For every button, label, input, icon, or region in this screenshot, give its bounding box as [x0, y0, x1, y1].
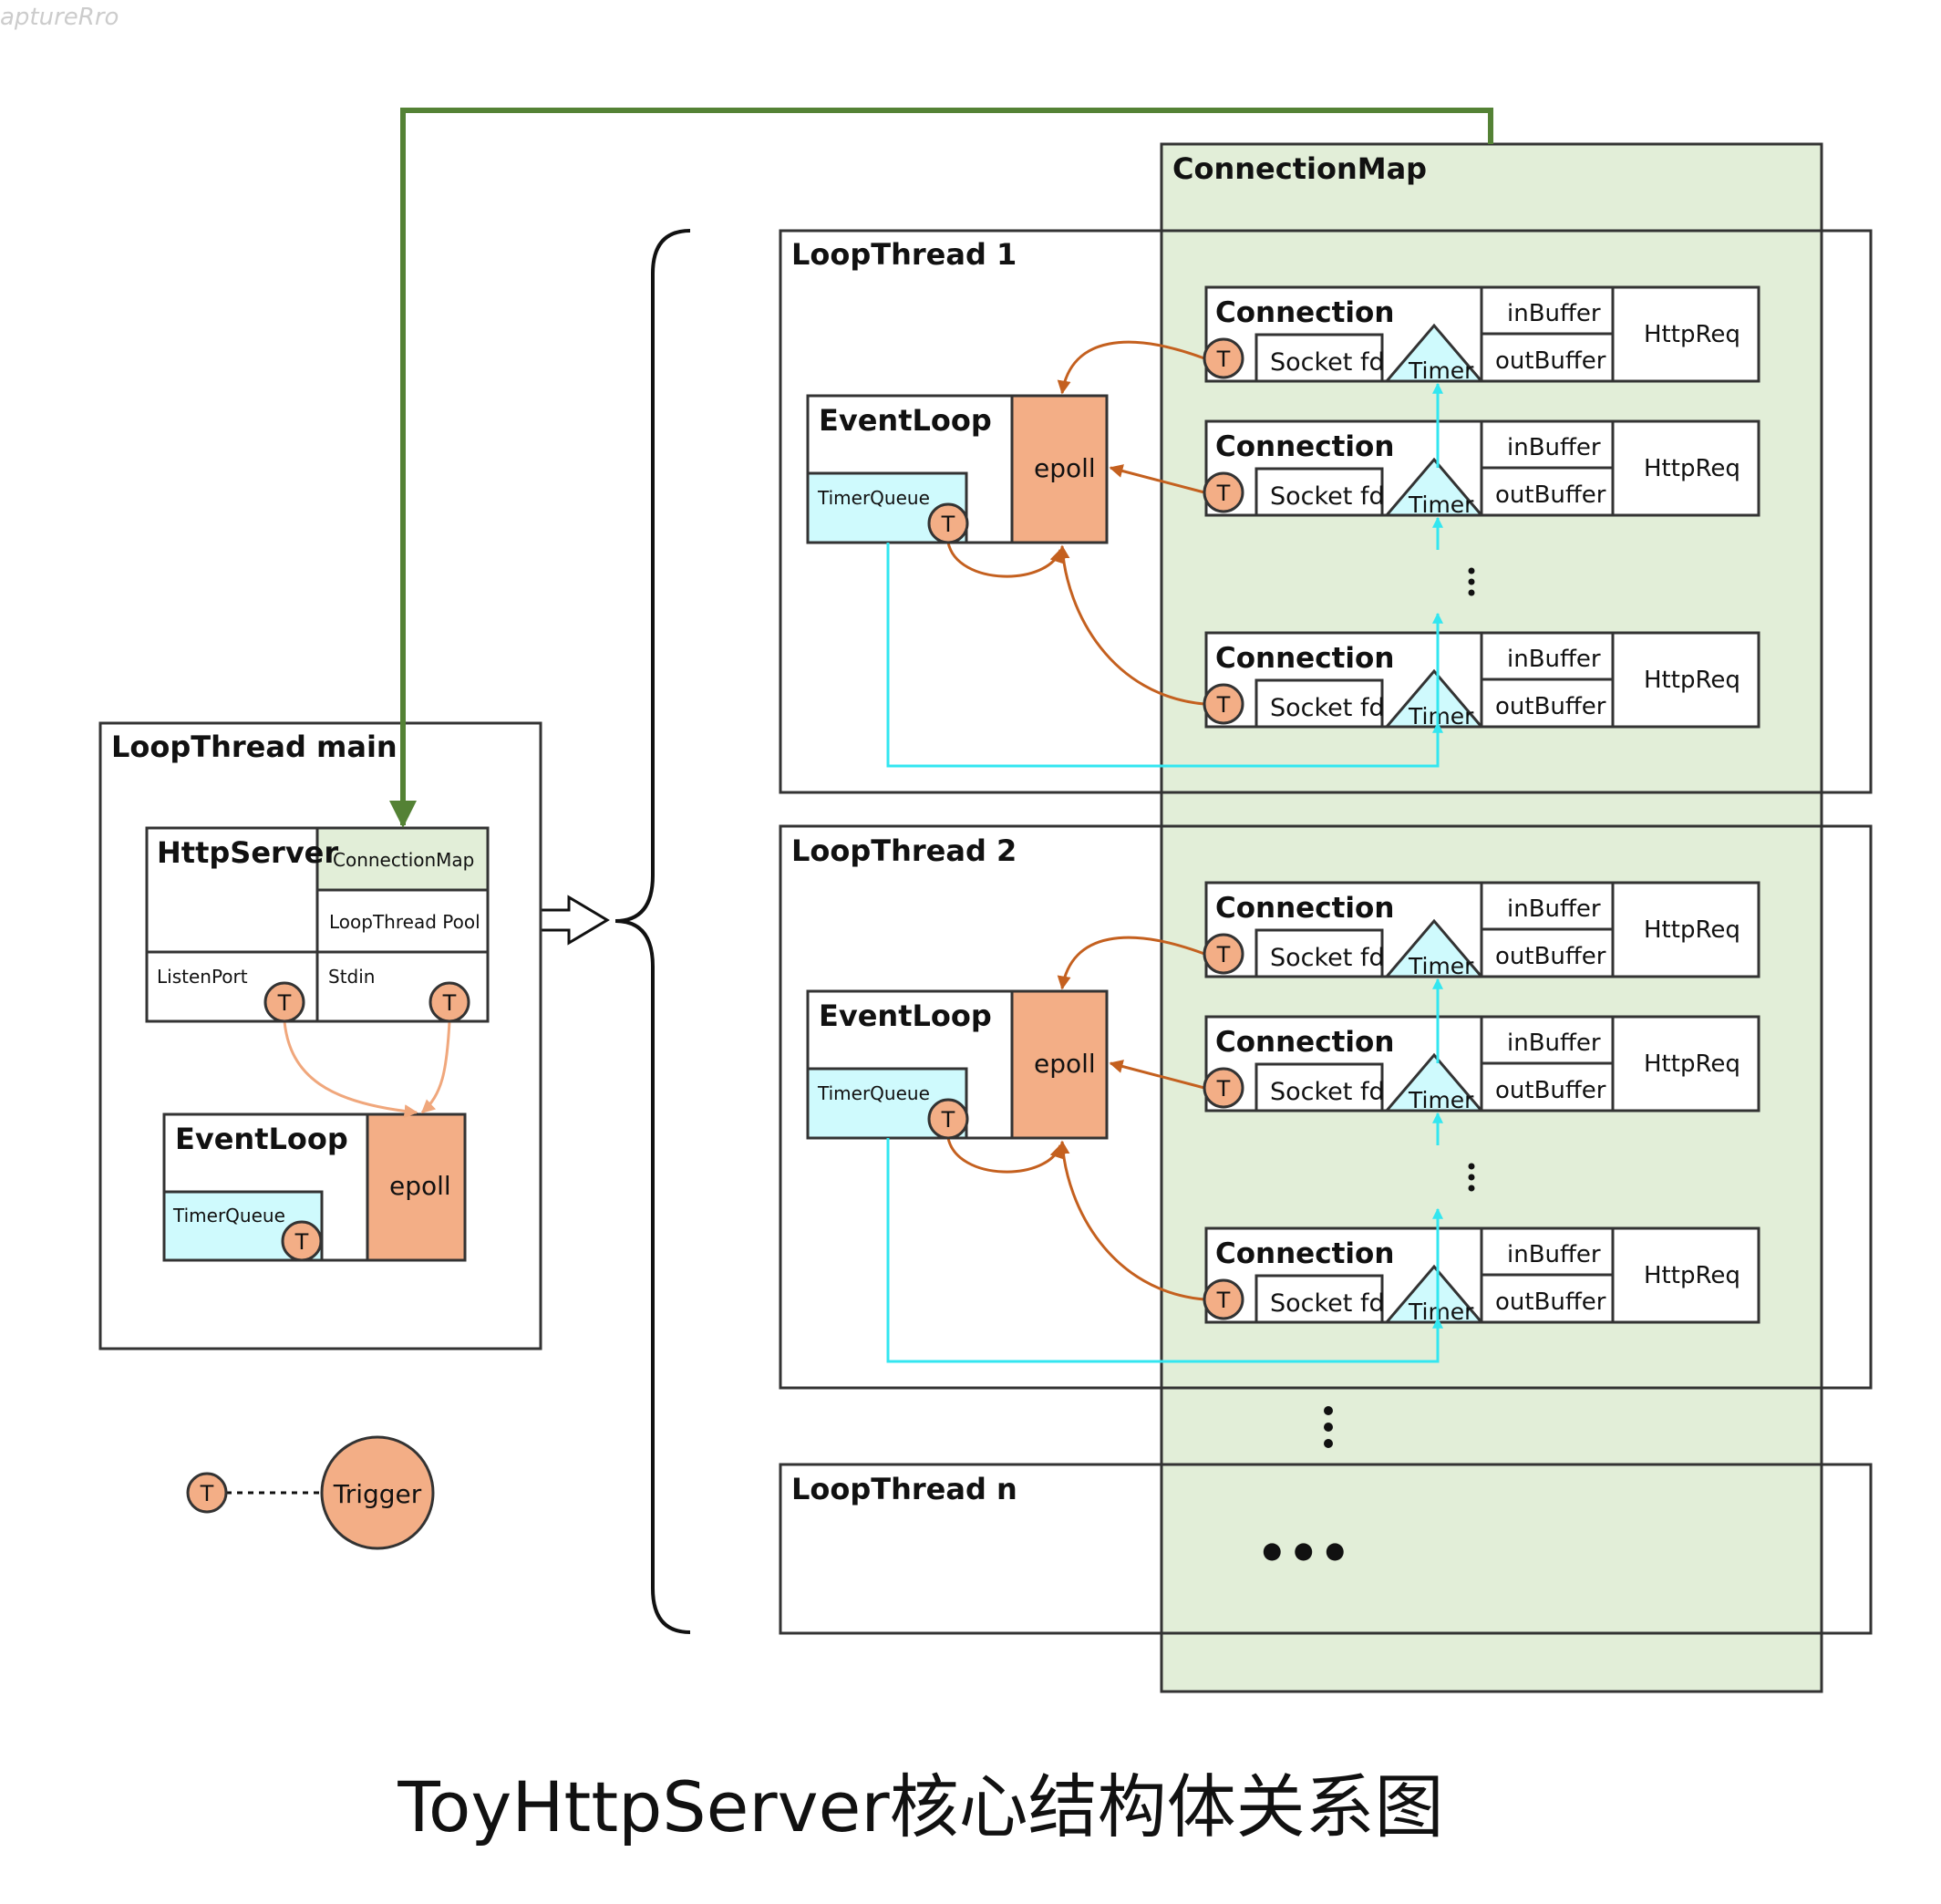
timer-label: Timer: [1408, 1087, 1474, 1113]
svg-text:T: T: [200, 1481, 214, 1506]
loop-thread-1-more-connections-dots: [1468, 567, 1475, 596]
timer-label: Timer: [1408, 357, 1474, 384]
loop-thread-1-connection-2: Connection Socket fd Timer inBuffer outBuffe…: [1204, 419, 1760, 518]
http-req-label: HttpReq: [1644, 916, 1740, 944]
listen-port-trigger: T: [263, 981, 305, 1023]
in-buffer-label: inBuffer: [1507, 895, 1601, 923]
connection-label: Connection: [1215, 642, 1394, 675]
http-server-stdin: Stdin: [328, 966, 375, 988]
http-req-label: HttpReq: [1644, 667, 1740, 694]
connection-label: Connection: [1215, 892, 1394, 925]
http-req-label: HttpReq: [1644, 455, 1740, 482]
http-req-label: HttpReq: [1644, 321, 1740, 348]
out-buffer-label: outBuffer: [1495, 943, 1606, 970]
connection-trigger: T: [1203, 933, 1244, 975]
svg-text:T: T: [1216, 942, 1231, 968]
socket-fd-label: Socket fd: [1270, 694, 1385, 722]
loop-thread-2-epoll-label: epoll: [1034, 1049, 1096, 1079]
http-server-listen-port: ListenPort: [157, 966, 248, 988]
loop-thread-2-connection-3: Connection Socket fd Timer inBuffer outBuffe…: [1204, 1226, 1760, 1325]
legend-trigger-label: Trigger: [333, 1479, 422, 1509]
loop-thread-1-timer-queue-trigger-arrow: [946, 542, 1063, 578]
http-server-connection-map: ConnectionMap: [333, 849, 474, 871]
loop-thread-n-ellipsis: •••: [1256, 1525, 1351, 1582]
timer-label: Timer: [1408, 492, 1474, 518]
more-threads-dots: [1324, 1406, 1333, 1448]
connection-label: Connection: [1215, 1237, 1394, 1270]
in-buffer-label: inBuffer: [1507, 300, 1601, 327]
timer-label: Timer: [1408, 703, 1474, 730]
in-buffer-label: inBuffer: [1507, 434, 1601, 461]
loop-thread-2-more-connections-dots: [1468, 1163, 1475, 1192]
main-event-loop-label: EventLoop: [175, 1122, 348, 1156]
out-buffer-label: outBuffer: [1495, 481, 1606, 509]
socket-fd-label: Socket fd: [1270, 944, 1385, 972]
connection-trigger: T: [1203, 1067, 1244, 1109]
http-req-label: HttpReq: [1644, 1050, 1740, 1078]
svg-text:T: T: [442, 990, 457, 1016]
in-buffer-label: inBuffer: [1507, 1030, 1601, 1057]
svg-text:T: T: [941, 1107, 955, 1133]
connection-map-label: ConnectionMap: [1172, 151, 1427, 186]
stdin-trigger: T: [428, 981, 470, 1023]
connection-label: Connection: [1215, 1026, 1394, 1059]
connection-label: Connection: [1215, 430, 1394, 463]
structure-diagram: ConnectionMap LoopThread 1 LoopThread 2 …: [98, 108, 1873, 1693]
svg-text:T: T: [1216, 481, 1231, 506]
out-buffer-label: outBuffer: [1495, 693, 1606, 720]
svg-text:T: T: [1216, 1288, 1231, 1313]
thread-pool-brace: [614, 229, 691, 1634]
connection-trigger: T: [1203, 683, 1244, 725]
in-buffer-label: inBuffer: [1507, 1241, 1601, 1268]
loop-thread-1-epoll-label: epoll: [1034, 453, 1096, 483]
loop-thread-1-connection-1: Connection Socket fd Timer inBuffer outBuffe…: [1204, 285, 1760, 384]
loop-thread-1-event-loop-label: EventLoop: [819, 403, 992, 438]
loop-thread-2-event-loop-label: EventLoop: [819, 999, 992, 1033]
socket-fd-label: Socket fd: [1270, 1289, 1385, 1318]
http-req-label: HttpReq: [1644, 1262, 1740, 1289]
svg-text:T: T: [294, 1229, 309, 1255]
main-epoll-label: epoll: [389, 1171, 451, 1201]
loop-thread-2-connection-1: Connection Socket fd Timer inBuffer outBuffe…: [1204, 881, 1760, 979]
loop-thread-2-timer-queue-label: TimerQueue: [817, 1082, 930, 1104]
loop-thread-2-connection-2: Connection Socket fd Timer inBuffer outBuffe…: [1204, 1015, 1760, 1113]
loop-thread-1-title: LoopThread 1: [791, 237, 1017, 272]
svg-text:T: T: [941, 512, 955, 537]
socket-fd-label: Socket fd: [1270, 482, 1385, 511]
loop-thread-1-connection-3: Connection Socket fd Timer inBuffer outBuffe…: [1204, 631, 1760, 730]
out-buffer-label: outBuffer: [1495, 1288, 1606, 1316]
out-buffer-label: outBuffer: [1495, 347, 1606, 375]
http-server-thread-pool: LoopThread Pool: [329, 911, 480, 933]
loop-thread-1-timer-queue-trigger: T: [927, 502, 969, 544]
socket-fd-label: Socket fd: [1270, 348, 1385, 377]
svg-text:T: T: [1216, 692, 1231, 718]
timer-label: Timer: [1408, 953, 1474, 979]
diagram-caption: ToyHttpServer核心结构体关系图: [397, 1766, 1444, 1847]
svg-text:T: T: [277, 990, 292, 1016]
connection-trigger: T: [1203, 337, 1244, 379]
out-buffer-label: outBuffer: [1495, 1077, 1606, 1104]
loop-thread-2-title: LoopThread 2: [791, 833, 1017, 868]
svg-text:T: T: [1216, 1076, 1231, 1102]
loop-thread-2-timer-queue-trigger: T: [927, 1098, 969, 1140]
timer-label: Timer: [1408, 1299, 1474, 1325]
legend-trigger-symbol: T: [186, 1472, 228, 1514]
connection-label: Connection: [1215, 296, 1394, 329]
main-timer-queue-label: TimerQueue: [172, 1205, 285, 1226]
loop-thread-1-timer-queue-label: TimerQueue: [817, 487, 930, 509]
main-thread-title: LoopThread main: [111, 730, 397, 764]
svg-text:T: T: [1216, 347, 1231, 372]
connection-trigger: T: [1203, 1278, 1244, 1320]
main-timer-queue-trigger: T: [281, 1220, 323, 1262]
in-buffer-label: inBuffer: [1507, 646, 1601, 673]
connection-trigger: T: [1203, 471, 1244, 513]
http-server-label: HttpServer: [157, 835, 338, 870]
loop-thread-n-title: LoopThread n: [791, 1472, 1017, 1506]
socket-fd-label: Socket fd: [1270, 1078, 1385, 1106]
loop-thread-2-timer-queue-trigger-arrow: [946, 1137, 1063, 1174]
